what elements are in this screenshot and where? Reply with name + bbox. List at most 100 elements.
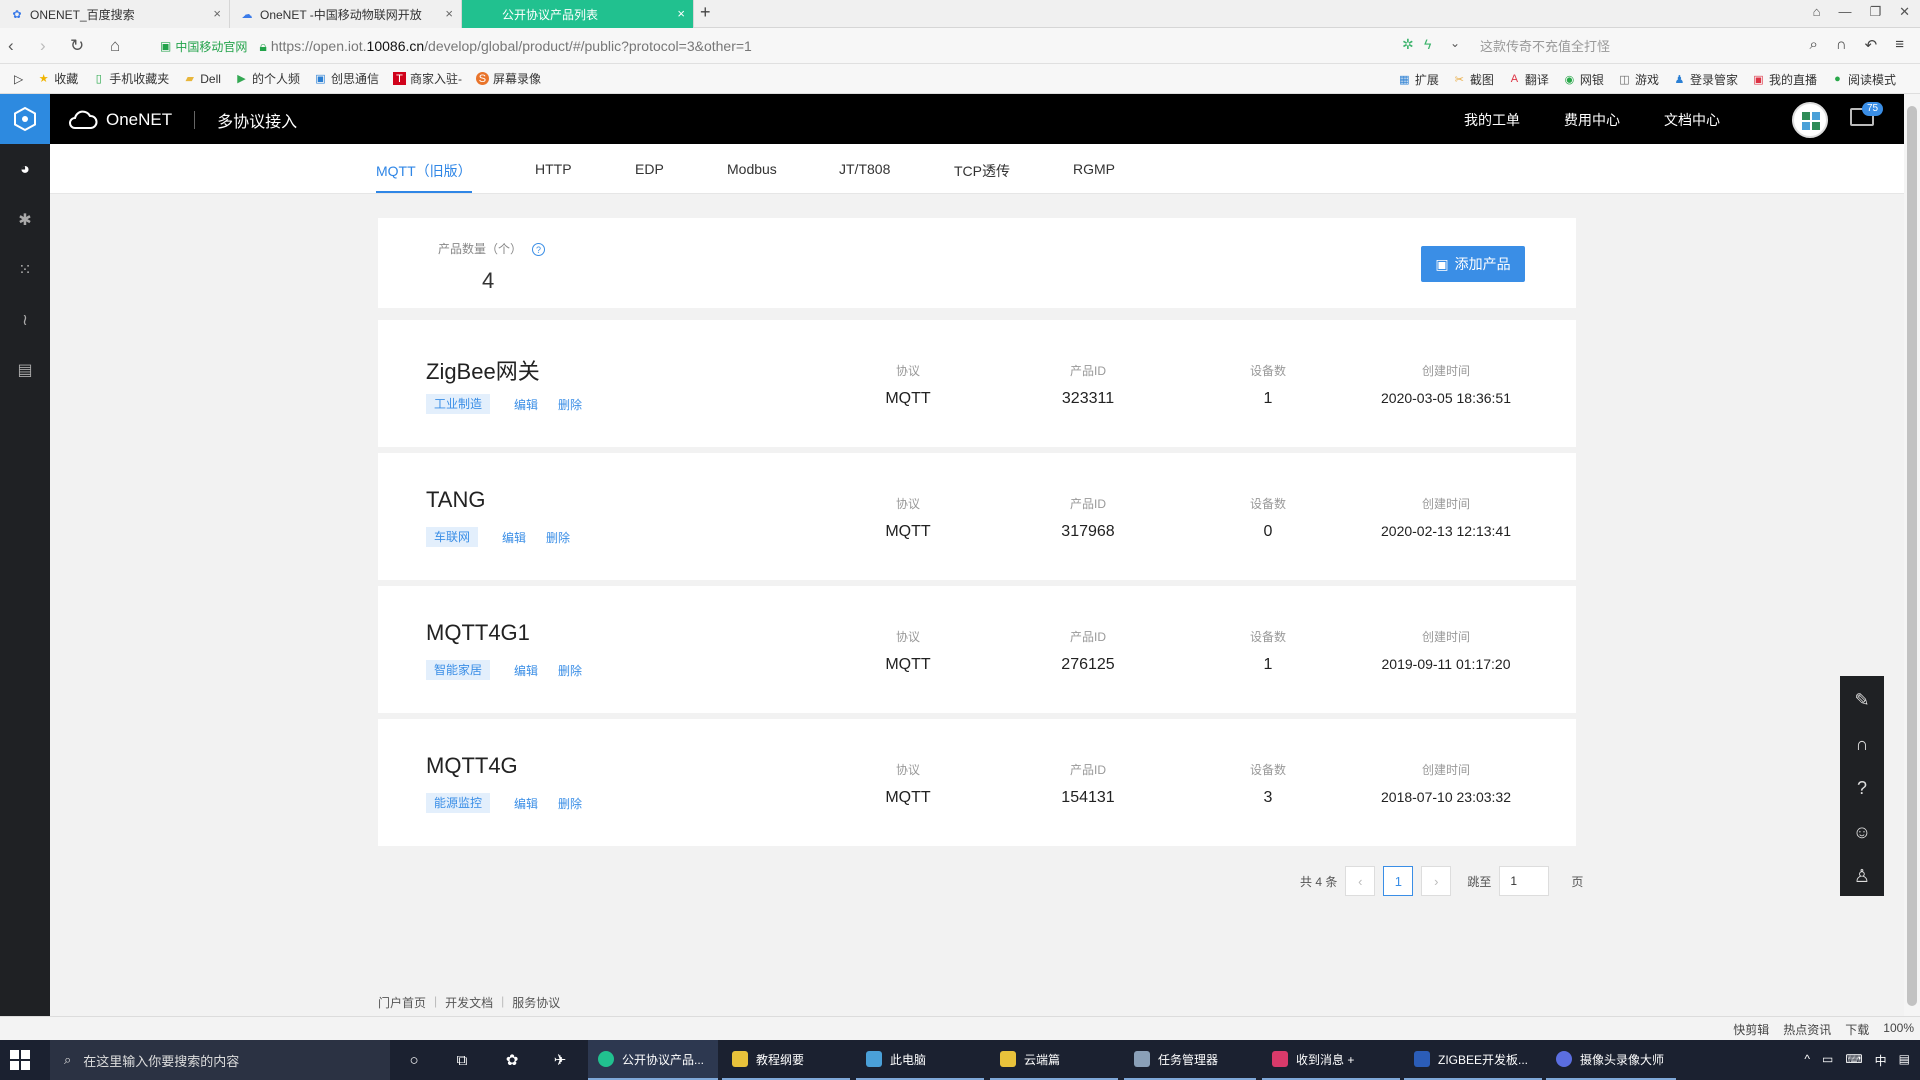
tab-tcp[interactable]: TCP透传	[954, 161, 1010, 181]
product-card[interactable]: MQTT4G 能源监控 编辑 删除 协议 MQTT 产品ID 154131 设备…	[378, 719, 1576, 846]
product-name[interactable]: MQTT4G1	[426, 620, 530, 646]
brand-name[interactable]: OneNET	[106, 110, 172, 130]
taskbar-item[interactable]: 任务管理器	[1124, 1040, 1256, 1080]
close-tab-icon[interactable]: ×	[677, 6, 685, 21]
games-button[interactable]: ◫ 游戏	[1618, 71, 1659, 88]
bookmark-item[interactable]: ▰ Dell	[183, 72, 221, 86]
bank-button[interactable]: ◉ 网银	[1563, 71, 1604, 88]
skin-icon[interactable]: ⌂	[1813, 4, 1821, 20]
product-name[interactable]: ZigBee网关	[426, 354, 540, 386]
delete-link[interactable]: 删除	[546, 529, 570, 546]
app-icon[interactable]: ✈	[550, 1050, 570, 1070]
bookmark-item[interactable]: ▣ 创思通信	[314, 70, 379, 87]
edit-link[interactable]: 编辑	[514, 396, 538, 413]
page-scrollbar[interactable]	[1904, 94, 1920, 1016]
question-icon[interactable]: ?	[1850, 776, 1874, 800]
nodes-icon[interactable]: ⁙	[15, 260, 35, 280]
edit-link[interactable]: 编辑	[514, 795, 538, 812]
zoom-level[interactable]: 100%	[1883, 1021, 1914, 1038]
docs-link[interactable]: 文档中心	[1664, 110, 1720, 130]
headset-support-icon[interactable]: ∩	[1850, 732, 1874, 756]
search-icon[interactable]: ⌕	[1809, 36, 1817, 54]
tab-rgmp[interactable]: RGMP	[1073, 161, 1115, 177]
portal-home-link[interactable]: 门户首页	[378, 994, 426, 1011]
bookmark-item[interactable]: T 商家入驻-	[392, 70, 462, 87]
my-tickets-link[interactable]: 我的工单	[1464, 110, 1520, 130]
taskbar-item[interactable]: 收到消息 +	[1262, 1040, 1400, 1080]
bookmark-item[interactable]: S 屏幕录像	[475, 70, 541, 87]
tab-http[interactable]: HTTP	[535, 161, 572, 177]
hot-news-item[interactable]: 热点资讯	[1783, 1021, 1831, 1038]
jump-page-input[interactable]: 1	[1499, 866, 1550, 896]
menu-icon[interactable]: ≡	[1895, 36, 1904, 54]
url-field[interactable]: ▣ 中国移动官网 🔒︎ https://open.iot.10086.cn/de…	[160, 34, 1450, 58]
taskbar-item[interactable]: ZIGBEE开发板...	[1404, 1040, 1542, 1080]
taskbar-search[interactable]: ⌕ 在这里输入你要搜索的内容	[50, 1040, 390, 1080]
bookmark-item[interactable]: ★ 收藏	[37, 70, 78, 87]
undo-icon[interactable]: ↶	[1865, 36, 1878, 54]
browser-tab[interactable]: ☁ OneNET -中国移动物联网开放 ×	[230, 0, 462, 28]
windows-start-icon[interactable]	[10, 1050, 30, 1070]
reload-icon[interactable]: ↻	[70, 36, 84, 56]
asterisk-icon[interactable]: ✱	[15, 210, 35, 230]
new-tab-button[interactable]: +	[700, 2, 711, 23]
close-window-icon[interactable]: ✕	[1899, 4, 1910, 20]
community-icon[interactable]: ☺	[1850, 820, 1874, 844]
pie-chart-icon[interactable]: ◕	[15, 160, 35, 180]
monitor-icon[interactable]: ▤	[15, 360, 35, 380]
product-card[interactable]: ZigBee网关 工业制造 编辑 删除 协议 MQTT 产品ID 323311 …	[378, 320, 1576, 447]
product-name[interactable]: TANG	[426, 487, 485, 513]
dev-docs-link[interactable]: 开发文档	[445, 994, 493, 1011]
close-tab-icon[interactable]: ×	[213, 6, 221, 21]
next-page-button[interactable]: ›	[1421, 866, 1452, 896]
dropdown-icon[interactable]: ⌄	[1450, 36, 1460, 50]
security-icon[interactable]: ✲	[1402, 36, 1414, 53]
tab-mqtt-legacy[interactable]: MQTT（旧版）	[376, 161, 472, 181]
network-icon[interactable]: ▭	[1822, 1052, 1833, 1069]
edit-link[interactable]: 编辑	[502, 529, 526, 546]
delete-link[interactable]: 删除	[558, 662, 582, 679]
back-icon[interactable]: ‹	[8, 36, 14, 56]
keyboard-icon[interactable]: ⌨	[1845, 1052, 1862, 1069]
close-tab-icon[interactable]: ×	[445, 6, 453, 21]
login-manager-button[interactable]: ♟ 登录管家	[1673, 71, 1738, 88]
edit-link[interactable]: 编辑	[514, 662, 538, 679]
taskbar-item[interactable]: 云端篇	[990, 1040, 1118, 1080]
screenshot-button[interactable]: ✂ 截图	[1453, 71, 1494, 88]
user-icon[interactable]: ♙	[1850, 864, 1874, 888]
signal-icon[interactable]: ≀	[15, 310, 35, 330]
task-view-icon[interactable]: ⧉	[452, 1050, 472, 1070]
billing-link[interactable]: 费用中心	[1564, 110, 1620, 130]
app-icon[interactable]: ✿	[502, 1050, 522, 1070]
input-method-indicator[interactable]: 中	[1875, 1052, 1887, 1069]
help-icon[interactable]: ?	[532, 243, 546, 257]
service-agreement-link[interactable]: 服务协议	[512, 994, 560, 1011]
translate-button[interactable]: A 翻译	[1508, 71, 1549, 88]
notification-icon[interactable]: ▤	[1899, 1052, 1910, 1069]
avatar[interactable]	[1792, 102, 1828, 138]
bookmark-item[interactable]: ▯ 手机收藏夹	[92, 70, 170, 87]
reading-mode-button[interactable]: ● 阅读模式	[1831, 71, 1896, 88]
scrollbar-thumb[interactable]	[1907, 106, 1917, 1006]
edit-icon[interactable]: ✎	[1850, 688, 1874, 712]
taskbar-item[interactable]: 公开协议产品...	[588, 1040, 718, 1080]
minimize-icon[interactable]: —	[1838, 4, 1851, 20]
bookmark-item[interactable]: ▶ 的个人频	[235, 70, 300, 87]
sidebar-toggle-icon[interactable]: ▷	[14, 72, 23, 86]
product-card[interactable]: MQTT4G1 智能家居 编辑 删除 协议 MQTT 产品ID 276125 设…	[378, 586, 1576, 713]
delete-link[interactable]: 删除	[558, 795, 582, 812]
tab-edp[interactable]: EDP	[635, 161, 664, 177]
home-hex-icon[interactable]	[0, 94, 50, 144]
tab-modbus[interactable]: Modbus	[727, 161, 777, 177]
forward-icon[interactable]: ›	[40, 36, 46, 56]
taskbar-item[interactable]: 教程纲要	[722, 1040, 850, 1080]
headset-icon[interactable]: ∩	[1836, 36, 1847, 54]
delete-link[interactable]: 删除	[558, 396, 582, 413]
browser-tab-active[interactable]: 公开协议产品列表 ×	[462, 0, 694, 28]
search-field[interactable]: 这款传奇不充值全打怪	[1480, 36, 1790, 56]
page-number-button[interactable]: 1	[1383, 866, 1414, 896]
extensions-button[interactable]: ▦ 扩展	[1398, 71, 1439, 88]
home-icon[interactable]: ⌂	[110, 36, 120, 56]
prev-page-button[interactable]: ‹	[1345, 866, 1376, 896]
quick-edit-item[interactable]: 快剪辑	[1733, 1021, 1769, 1038]
